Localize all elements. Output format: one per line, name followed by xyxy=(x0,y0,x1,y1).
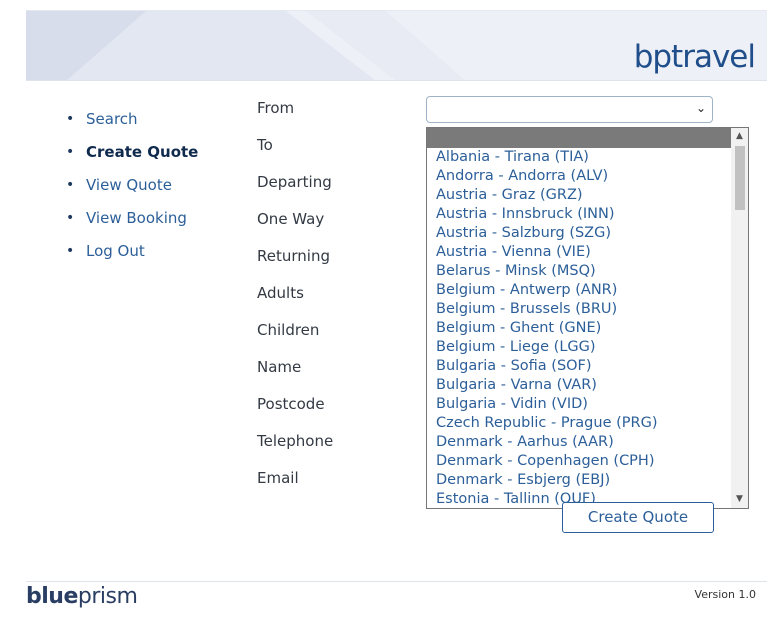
name-label: Name xyxy=(257,358,302,376)
dropdown-option[interactable]: Belgium - Liege (LGG) xyxy=(427,338,732,357)
nav-item-log-out[interactable]: • Log Out xyxy=(66,234,198,267)
nav-item-view-booking[interactable]: • View Booking xyxy=(66,201,198,234)
nav-item-label: Search xyxy=(86,109,138,128)
nav-item-label: View Quote xyxy=(86,175,172,194)
nav-item-view-quote[interactable]: • View Quote xyxy=(66,168,198,201)
dropdown-option[interactable]: Denmark - Copenhagen (CPH) xyxy=(427,452,732,471)
dropdown-option-blank-selected[interactable] xyxy=(427,128,732,148)
to-label: To xyxy=(257,136,273,154)
nav-item-label: Log Out xyxy=(86,241,145,260)
from-dropdown-list[interactable]: Albania - Tirana (TIA) Andorra - Andorra … xyxy=(426,127,749,509)
scroll-down-icon[interactable]: ▼ xyxy=(731,491,748,508)
dropdown-option[interactable]: Belgium - Antwerp (ANR) xyxy=(427,281,732,300)
dropdown-option[interactable]: Austria - Vienna (VIE) xyxy=(427,243,732,262)
nav-item-create-quote[interactable]: • Create Quote xyxy=(66,135,198,168)
version-label: Version 1.0 xyxy=(694,588,756,601)
header-banner: bptravel xyxy=(26,10,767,81)
dropdown-option[interactable]: Belgium - Brussels (BRU) xyxy=(427,300,732,319)
postcode-label: Postcode xyxy=(257,395,325,413)
brand-logo: bptravel xyxy=(633,39,756,75)
adults-label: Adults xyxy=(257,284,304,302)
chevron-down-icon: ⌄ xyxy=(695,101,706,115)
create-quote-button[interactable]: Create Quote xyxy=(562,502,714,533)
main-nav: • Search • Create Quote • View Quote • View … xyxy=(66,102,198,267)
departing-label: Departing xyxy=(257,173,332,191)
dropdown-option[interactable]: Albania - Tirana (TIA) xyxy=(427,148,732,167)
dropdown-option[interactable]: Austria - Innsbruck (INN) xyxy=(427,205,732,224)
dropdown-scrollbar[interactable]: ▲ ▼ xyxy=(731,128,748,508)
dropdown-option[interactable]: Denmark - Esbjerg (EBJ) xyxy=(427,471,732,490)
from-label: From xyxy=(257,99,295,117)
dropdown-option[interactable]: Andorra - Andorra (ALV) xyxy=(427,167,732,186)
dropdown-option[interactable]: Belarus - Minsk (MSQ) xyxy=(427,262,732,281)
one-way-label: One Way xyxy=(257,210,325,228)
dropdown-option[interactable]: Bulgaria - Sofia (SOF) xyxy=(427,357,732,376)
scroll-up-icon[interactable]: ▲ xyxy=(731,128,748,145)
returning-label: Returning xyxy=(257,247,330,265)
footer-divider xyxy=(26,581,767,582)
header-divider xyxy=(26,80,767,81)
dropdown-option[interactable]: Belgium - Ghent (GNE) xyxy=(427,319,732,338)
telephone-label: Telephone xyxy=(257,432,334,450)
email-label: Email xyxy=(257,469,299,487)
blueprism-logo: blueprism xyxy=(26,584,138,609)
nav-item-label: Create Quote xyxy=(86,142,199,161)
form-labels: From To Departing One Way Returning Adul… xyxy=(257,99,333,506)
dropdown-option[interactable]: Bulgaria - Vidin (VID) xyxy=(427,395,732,414)
dropdown-option[interactable]: Czech Republic - Prague (PRG) xyxy=(427,414,732,433)
from-select[interactable]: ⌄ xyxy=(426,96,713,123)
dropdown-option[interactable]: Austria - Graz (GRZ) xyxy=(427,186,732,205)
children-label: Children xyxy=(257,321,320,339)
scrollbar-thumb[interactable] xyxy=(735,146,745,210)
nav-item-label: View Booking xyxy=(86,208,187,227)
nav-item-search[interactable]: • Search xyxy=(66,102,198,135)
dropdown-option[interactable]: Bulgaria - Varna (VAR) xyxy=(427,376,732,395)
dropdown-option[interactable]: Denmark - Aarhus (AAR) xyxy=(427,433,732,452)
dropdown-option[interactable]: Austria - Salzburg (SZG) xyxy=(427,224,732,243)
